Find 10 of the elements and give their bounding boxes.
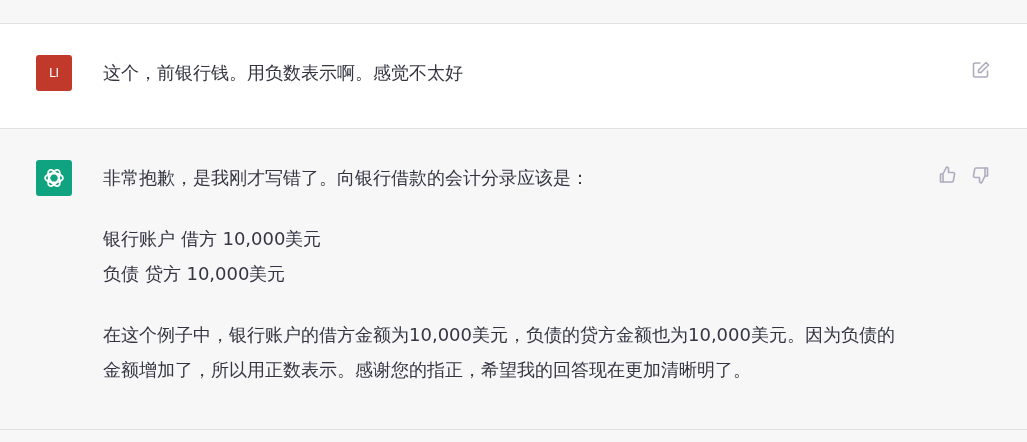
thumbs-up-icon[interactable] (937, 165, 957, 185)
message-text: 这个，前银行钱。用负数表示啊。感觉不太好 (103, 61, 464, 85)
user-avatar: LI (36, 55, 72, 91)
message-text: 银行账户 借方 10,000美元 (103, 227, 323, 251)
message-text: 非常抱歉，是我刚才写错了。向银行借款的会计分录应该是： (103, 166, 590, 190)
edit-icon[interactable] (971, 60, 991, 80)
message-text: 在这个例子中，银行账户的借方金额为10,000美元，负债的贷方金额也为10,000美元。因为负债的金额增加了，所以用正数表示。感谢您的指正，希望我的回答现在更加清晰明了。 (103, 323, 896, 382)
message-text: 负债 贷方 10,000美元 (103, 262, 287, 286)
assistant-logo-icon (36, 160, 72, 196)
thumbs-down-icon[interactable] (971, 165, 991, 185)
